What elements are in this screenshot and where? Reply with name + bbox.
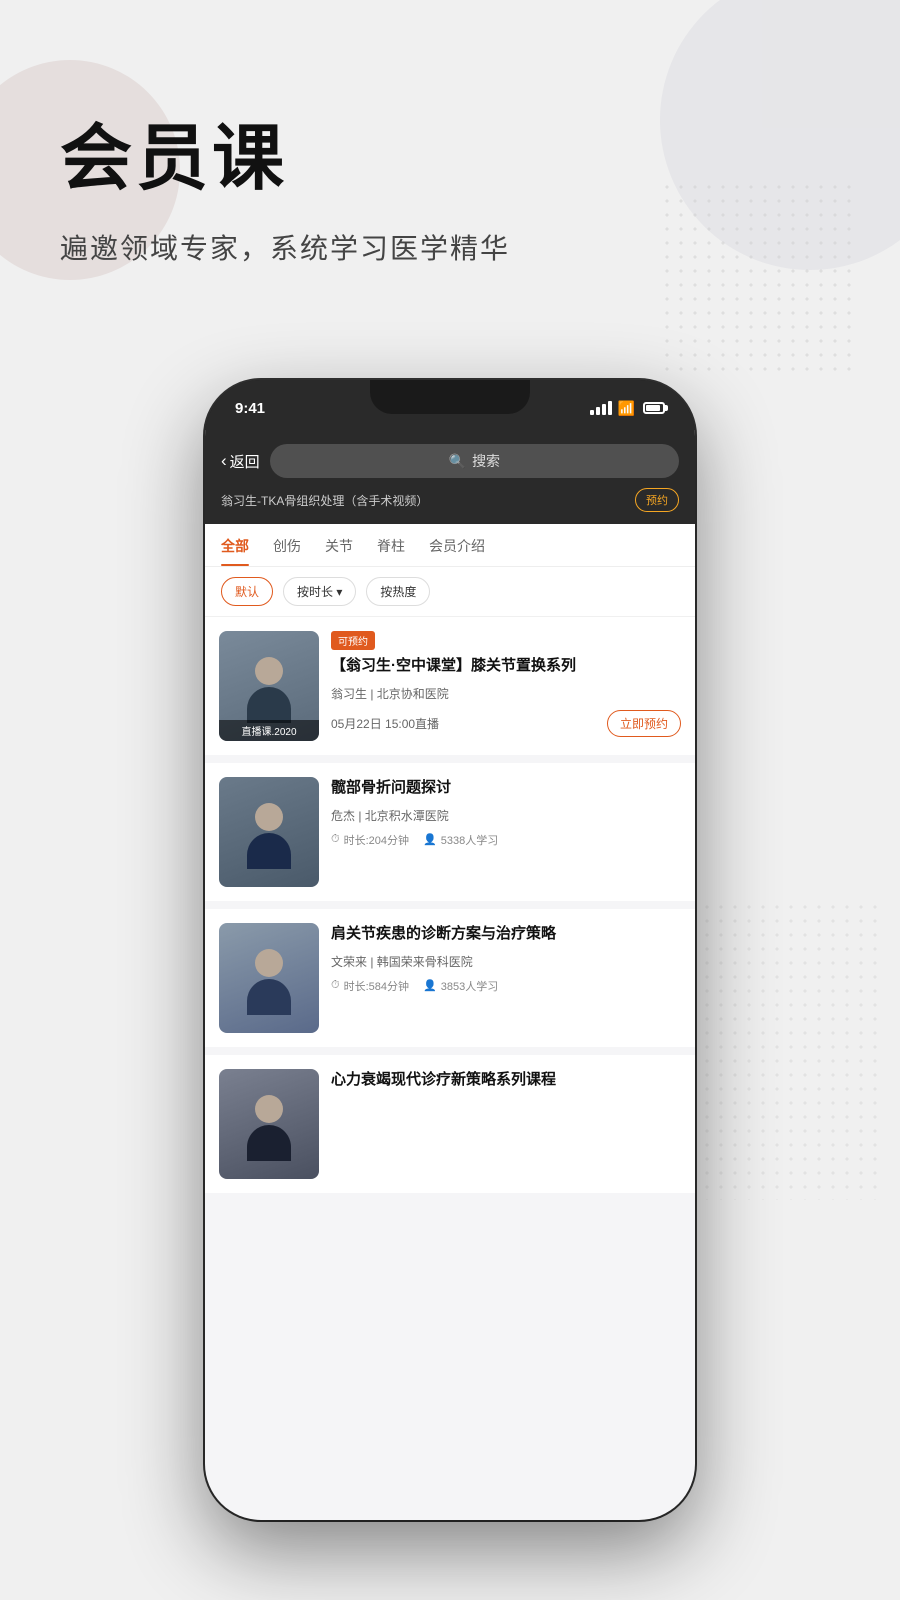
course-thumbnail-2 (219, 777, 319, 887)
course-title-3: 肩关节疾患的诊断方案与治疗策略 (331, 923, 681, 945)
course-card-2[interactable]: 髋部骨折问题探讨 危杰 | 北京积水潭医院 ⏱ 时长:204分钟 👤 5338人… (205, 763, 695, 901)
battery-icon (643, 402, 665, 414)
tab-spine[interactable]: 脊柱 (377, 524, 405, 566)
hero-section: 会员课 遍邀领域专家，系统学习医学精华 (60, 120, 510, 267)
phone-mockup: 9:41 📶 ‹ 返回 (205, 380, 695, 1520)
back-label: 返回 (230, 451, 260, 472)
course-title-1: 【翁习生·空中课堂】膝关节置换系列 (331, 655, 681, 677)
wifi-icon: 📶 (618, 400, 635, 417)
course-info-3: 肩关节疾患的诊断方案与治疗策略 文荣来 | 韩国荣来骨科医院 ⏱ 时长:584分… (331, 923, 681, 994)
course-duration-3: ⏱ 时长:584分钟 (331, 978, 409, 994)
people-icon: 👤 (423, 833, 437, 846)
filter-popularity[interactable]: 按热度 (366, 577, 430, 606)
course-action-1: 05月22日 15:00直播 立即预约 (331, 710, 681, 737)
hero-title: 会员课 (60, 120, 510, 199)
hero-subtitle: 遍邀领域专家，系统学习医学精华 (60, 227, 510, 267)
course-info-1: 可预约 【翁习生·空中课堂】膝关节置换系列 翁习生 | 北京协和医院 05月22… (331, 631, 681, 737)
filter-row: 默认 按时长 ▾ 按热度 (205, 567, 695, 617)
people-icon-2: 👤 (423, 979, 437, 992)
tab-all[interactable]: 全部 (221, 524, 249, 566)
background-dots-2 (700, 900, 880, 1200)
announce-reserve-button[interactable]: 预约 (635, 488, 679, 512)
course-tag-1: 可预约 (331, 631, 375, 650)
course-date-1: 05月22日 15:00直播 (331, 715, 439, 732)
status-icons: 📶 (590, 394, 665, 417)
status-time: 9:41 (235, 394, 265, 417)
tab-bar: 全部 创伤 关节 脊柱 会员介绍 (205, 524, 695, 567)
course-thumbnail-1: 直播课.2020 (219, 631, 319, 741)
clock-icon: ⏱ (331, 833, 340, 846)
course-learners-2: 👤 5338人学习 (423, 832, 498, 848)
background-dots-1 (660, 180, 860, 380)
course-thumbnail-4 (219, 1069, 319, 1179)
clock-icon-2: ⏱ (331, 979, 340, 992)
signal-icon (590, 401, 612, 415)
course-card-1[interactable]: 直播课.2020 可预约 【翁习生·空中课堂】膝关节置换系列 翁习生 | 北京协… (205, 617, 695, 755)
course-title-4: 心力衰竭现代诊疗新策略系列课程 (331, 1069, 681, 1091)
course-title-2: 髋部骨折问题探讨 (331, 777, 681, 799)
course-card-4[interactable]: 心力衰竭现代诊疗新策略系列课程 (205, 1055, 695, 1193)
tab-member-intro[interactable]: 会员介绍 (429, 524, 485, 566)
phone-notch (370, 380, 530, 414)
course-card-3[interactable]: 肩关节疾患的诊断方案与治疗策略 文荣来 | 韩国荣来骨科医院 ⏱ 时长:584分… (205, 909, 695, 1047)
course-list: 直播课.2020 可预约 【翁习生·空中课堂】膝关节置换系列 翁习生 | 北京协… (205, 617, 695, 1201)
announce-bar: 翁习生-TKA骨组织处理（含手术视频） 预约 (205, 488, 695, 524)
course-info-4: 心力衰竭现代诊疗新策略系列课程 (331, 1069, 681, 1099)
filter-default[interactable]: 默认 (221, 577, 273, 606)
phone-screen: ‹ 返回 🔍 搜索 翁习生-TKA骨组织处理（含手术视频） 预约 全部 创伤 关… (205, 430, 695, 1520)
tab-trauma[interactable]: 创伤 (273, 524, 301, 566)
thumb-label-1: 直播课.2020 (219, 720, 319, 741)
announce-text: 翁习生-TKA骨组织处理（含手术视频） (221, 492, 428, 509)
nav-bar: ‹ 返回 🔍 搜索 (205, 430, 695, 488)
search-box[interactable]: 🔍 搜索 (270, 444, 679, 478)
course-info-2: 髋部骨折问题探讨 危杰 | 北京积水潭医院 ⏱ 时长:204分钟 👤 5338人… (331, 777, 681, 848)
search-placeholder: 搜索 (472, 451, 500, 471)
filter-duration[interactable]: 按时长 ▾ (283, 577, 356, 606)
course-author-3: 文荣来 | 韩国荣来骨科医院 (331, 953, 681, 970)
course-meta-3: ⏱ 时长:584分钟 👤 3853人学习 (331, 978, 681, 994)
back-button[interactable]: ‹ 返回 (221, 451, 260, 472)
course-reserve-button-1[interactable]: 立即预约 (607, 710, 681, 737)
tab-joint[interactable]: 关节 (325, 524, 353, 566)
course-thumbnail-3 (219, 923, 319, 1033)
back-arrow-icon: ‹ (221, 451, 227, 471)
phone-frame: 9:41 📶 ‹ 返回 (205, 380, 695, 1520)
course-author-2: 危杰 | 北京积水潭医院 (331, 807, 681, 824)
course-author-1: 翁习生 | 北京协和医院 (331, 685, 681, 702)
search-icon: 🔍 (449, 453, 466, 470)
course-meta-2: ⏱ 时长:204分钟 👤 5338人学习 (331, 832, 681, 848)
course-learners-3: 👤 3853人学习 (423, 978, 498, 994)
course-duration-2: ⏱ 时长:204分钟 (331, 832, 409, 848)
